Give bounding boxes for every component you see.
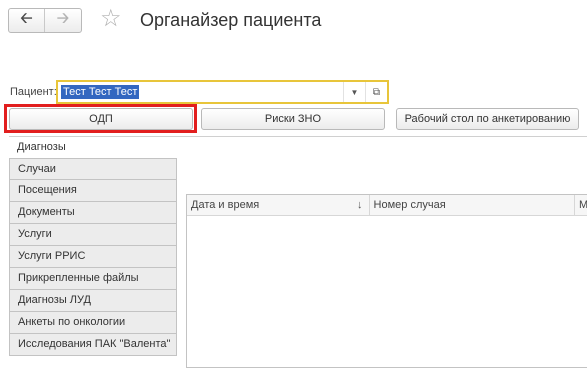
diagnoses-table[interactable]: Дата и время ↓ Номер случая М xyxy=(186,194,587,368)
tab-rris-services[interactable]: Услуги РРИС xyxy=(9,246,177,268)
questionnaire-desk-button[interactable]: Рабочий стол по анкетированию xyxy=(396,108,579,130)
patient-value[interactable]: Тест Тест Тест xyxy=(61,85,140,99)
tab-services[interactable]: Услуги xyxy=(9,224,177,246)
forward-button[interactable]: 🡢 xyxy=(45,9,81,32)
column-header-datetime[interactable]: Дата и время ↓ xyxy=(187,195,370,215)
tab-valenta-studies[interactable]: Исследования ПАК "Валента" xyxy=(9,334,177,356)
arrow-left-icon: 🡠 xyxy=(20,10,33,27)
risks-zno-button[interactable]: Риски ЗНО xyxy=(201,108,385,130)
column-header-label: Дата и время xyxy=(191,199,260,211)
navigation-buttons: 🡠 🡢 xyxy=(8,8,82,33)
favorite-star-icon[interactable]: ☆ xyxy=(100,5,122,33)
table-header: Дата и время ↓ Номер случая М xyxy=(187,195,587,216)
tab-list: Диагнозы Случаи Посещения Документы Услу… xyxy=(9,136,587,356)
odp-button[interactable]: ОДП xyxy=(9,108,193,130)
tab-lud-diagnoses[interactable]: Диагнозы ЛУД xyxy=(9,290,177,312)
tab-visits[interactable]: Посещения xyxy=(9,180,177,202)
page-title: Органайзер пациента xyxy=(140,10,322,30)
sort-descending-icon: ↓ xyxy=(357,199,363,211)
patient-label: Пациент: xyxy=(10,86,57,98)
tab-diagnoses[interactable]: Диагнозы xyxy=(9,136,587,158)
tab-oncology-questionnaires[interactable]: Анкеты по онкологии xyxy=(9,312,177,334)
back-button[interactable]: 🡠 xyxy=(9,9,45,32)
chevron-down-icon[interactable]: ▼ xyxy=(343,82,365,102)
open-form-icon[interactable]: ⧉ xyxy=(365,82,387,102)
tab-cases[interactable]: Случаи xyxy=(9,158,177,180)
tab-documents[interactable]: Документы xyxy=(9,202,177,224)
arrow-right-icon: 🡢 xyxy=(56,10,70,27)
column-header-case-number[interactable]: Номер случая xyxy=(370,195,576,215)
tab-attached-files[interactable]: Прикрепленные файлы xyxy=(9,268,177,290)
column-header-truncated[interactable]: М xyxy=(575,195,587,215)
patient-field[interactable]: Тест Тест Тест ▼ ⧉ xyxy=(56,80,389,104)
